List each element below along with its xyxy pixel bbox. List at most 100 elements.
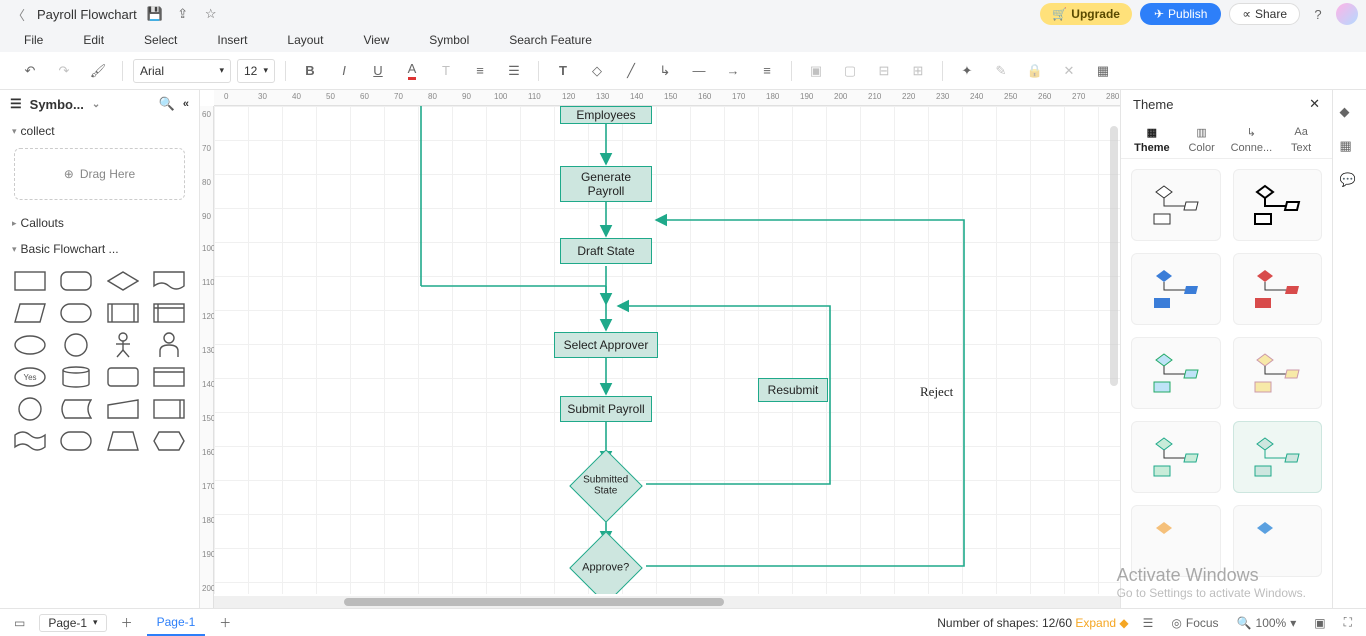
theme-card-4[interactable] [1233, 253, 1323, 325]
shape-person[interactable] [149, 332, 189, 358]
theme-card-10[interactable] [1233, 505, 1323, 577]
section-callouts[interactable]: Callouts [0, 210, 199, 236]
section-collect[interactable]: collect [0, 118, 199, 144]
shape-hexagon[interactable] [149, 428, 189, 454]
menu-symbol[interactable]: Symbol [429, 33, 469, 47]
table-button[interactable]: ▦ [1089, 57, 1117, 85]
font-color-button[interactable]: A [398, 57, 426, 85]
node-generate-payroll[interactable]: Generate Payroll [560, 166, 652, 202]
node-draft-state[interactable]: Draft State [560, 238, 652, 264]
page-select[interactable]: Page-1▾ [39, 614, 106, 632]
drag-here-zone[interactable]: ⊕ Drag Here [14, 148, 185, 200]
shape-internal-storage[interactable] [149, 300, 189, 326]
save-icon[interactable]: 💾 [145, 4, 165, 24]
shape-window[interactable] [149, 364, 189, 390]
shape-tape[interactable] [10, 428, 50, 454]
underline-button[interactable]: U [364, 57, 392, 85]
tab-theme[interactable]: ▦Theme [1127, 122, 1177, 158]
focus-button[interactable]: ◎ Focus [1167, 616, 1222, 630]
close-icon[interactable]: ✕ [1309, 96, 1320, 112]
canvas[interactable]: Employees Generate Payroll Draft State S… [214, 106, 1120, 594]
tab-page-1[interactable]: Page-1 [147, 609, 206, 636]
shape-document[interactable] [149, 268, 189, 294]
theme-card-6[interactable] [1233, 337, 1323, 409]
shape-predefined[interactable] [103, 300, 143, 326]
edit-button[interactable]: ✎ [987, 57, 1015, 85]
layers-icon[interactable]: ☰ [1139, 616, 1158, 630]
shape-terminator[interactable] [56, 428, 96, 454]
share-button[interactable]: ∝ Share [1229, 3, 1300, 25]
connector-type-button[interactable]: ↳ [651, 57, 679, 85]
node-submit-payroll[interactable]: Submit Payroll [560, 396, 652, 422]
shape-roundrect[interactable] [56, 268, 96, 294]
theme-card-9[interactable] [1131, 505, 1221, 577]
shape-parallelogram[interactable] [10, 300, 50, 326]
export-icon[interactable]: ⇪ [173, 4, 193, 24]
text-tool-button[interactable]: T [432, 57, 460, 85]
rail-theme-icon[interactable]: ◆ [1340, 104, 1360, 124]
theme-card-1[interactable] [1131, 169, 1221, 241]
fill-color-button[interactable]: ◇ [583, 57, 611, 85]
shape-card[interactable] [103, 364, 143, 390]
rail-apps-icon[interactable]: ▦ [1340, 138, 1360, 158]
text-box-button[interactable]: T [549, 57, 577, 85]
rail-comments-icon[interactable]: 💬 [1340, 172, 1360, 192]
label-reject[interactable]: Reject [920, 384, 953, 400]
menu-view[interactable]: View [363, 33, 389, 47]
menu-select[interactable]: Select [144, 33, 177, 47]
shape-connector-circle[interactable] [10, 396, 50, 422]
tab-color[interactable]: ▥Color [1177, 122, 1227, 158]
search-icon[interactable]: 🔍 [159, 96, 175, 112]
redo-button[interactable]: ↷ [50, 57, 78, 85]
font-size-select[interactable]: 12▾ [237, 59, 275, 83]
node-employees[interactable]: Employees [560, 106, 652, 124]
page-list-icon[interactable]: ▭ [10, 616, 29, 630]
menu-layout[interactable]: Layout [287, 33, 323, 47]
theme-card-2[interactable] [1233, 169, 1323, 241]
bold-button[interactable]: B [296, 57, 324, 85]
fit-icon[interactable]: ▣ [1310, 616, 1329, 630]
ai-button[interactable]: ✦ [953, 57, 981, 85]
align-left-button[interactable]: ≡ [466, 57, 494, 85]
zoom-control[interactable]: 🔍 100% ▾ [1233, 616, 1301, 630]
format-painter-button[interactable]: 🖌 [84, 57, 112, 85]
menu-file[interactable]: File [24, 33, 43, 47]
tools-button[interactable]: ✕ [1055, 57, 1083, 85]
italic-button[interactable]: I [330, 57, 358, 85]
menu-insert[interactable]: Insert [217, 33, 247, 47]
section-basic-flowchart[interactable]: Basic Flowchart ... [0, 236, 199, 262]
undo-button[interactable]: ↶ [16, 57, 44, 85]
scrollbar-thumb[interactable] [344, 598, 724, 606]
menu-search-feature[interactable]: Search Feature [509, 33, 592, 47]
theme-card-3[interactable] [1131, 253, 1221, 325]
theme-card-5[interactable] [1131, 337, 1221, 409]
fullscreen-icon[interactable]: ⛶ [1340, 615, 1356, 630]
tab-text[interactable]: AaText [1276, 122, 1326, 158]
node-resubmit[interactable]: Resubmit [758, 378, 828, 402]
shape-trapezoid[interactable] [103, 428, 143, 454]
distribute-button[interactable]: ⊞ [904, 57, 932, 85]
shape-circle[interactable] [56, 332, 96, 358]
shape-manual-input[interactable] [103, 396, 143, 422]
shape-stored-data[interactable] [56, 396, 96, 422]
theme-card-7[interactable] [1131, 421, 1221, 493]
ungroup-button[interactable]: ▢ [836, 57, 864, 85]
canvas-scrollbar-vertical[interactable] [1110, 126, 1118, 386]
line-style-button[interactable]: — [685, 57, 713, 85]
font-select[interactable]: Arial▾ [133, 59, 231, 83]
align-objects-button[interactable]: ⊟ [870, 57, 898, 85]
add-page-button[interactable]: ＋ [117, 614, 137, 631]
lock-button[interactable]: 🔒 [1021, 57, 1049, 85]
line-weight-button[interactable]: ≡ [753, 57, 781, 85]
group-button[interactable]: ▣ [802, 57, 830, 85]
shape-actor[interactable] [103, 332, 143, 358]
star-icon[interactable]: ☆ [201, 4, 221, 24]
theme-card-8[interactable] [1233, 421, 1323, 493]
node-select-approver[interactable]: Select Approver [554, 332, 658, 358]
shape-cylinder[interactable] [56, 364, 96, 390]
shape-annotation[interactable]: Yes [10, 364, 50, 390]
add-tab-button[interactable]: ＋ [215, 614, 235, 631]
back-button[interactable]: 〈 [8, 5, 29, 24]
align-top-button[interactable]: ☰ [500, 57, 528, 85]
avatar[interactable] [1336, 3, 1358, 25]
